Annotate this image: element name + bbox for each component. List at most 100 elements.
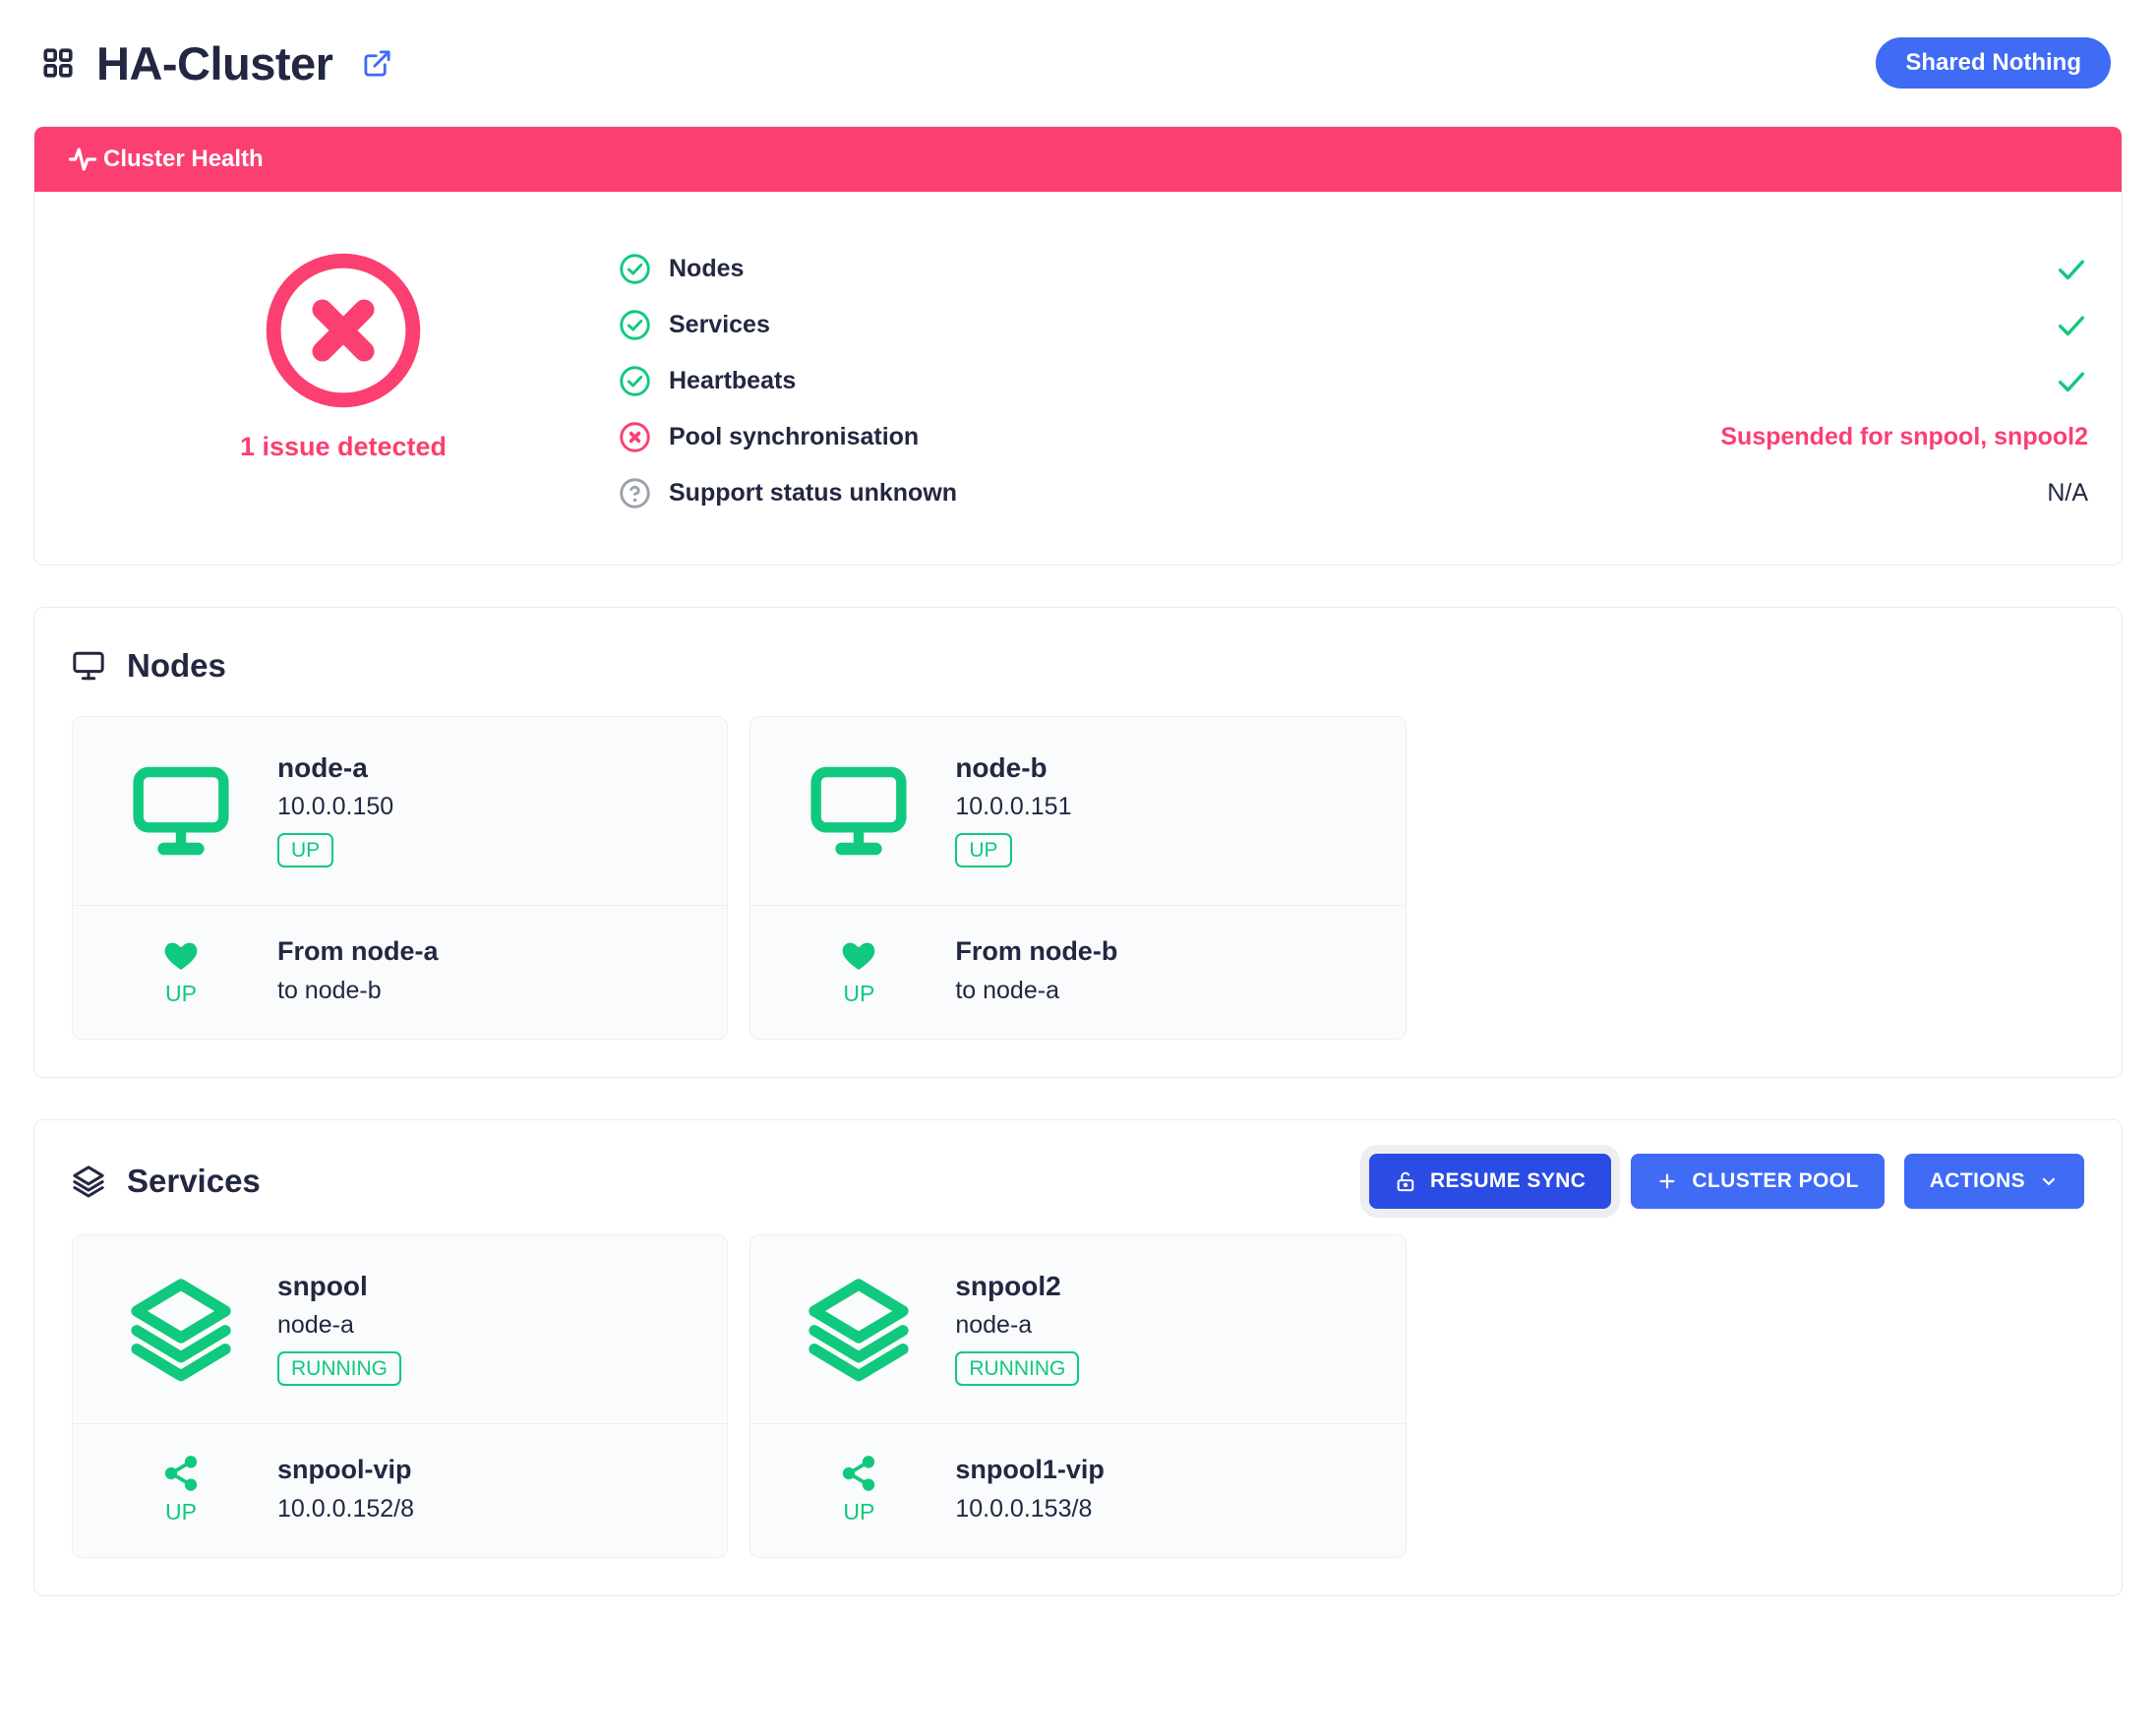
service-card[interactable]: snpool2 node-a RUNNING UP snpool1-vip 10… [749,1234,1407,1558]
check-circle-icon [619,309,651,341]
services-action-buttons: RESUME SYNC CLUSTER POOL ACTIONS [1368,1154,2084,1209]
node-heartbeat-row: UP From node-a to node-b [73,905,728,1039]
title-group: HA-Cluster [41,40,392,87]
heartbeat-to: to node-b [277,976,382,1004]
heartbeat-glyph: UP [790,935,928,1005]
service-card-info: snpool2 node-a RUNNING [955,1271,1080,1386]
nodes-grid-empty-slot [1428,716,2084,1040]
layers-icon [112,1276,250,1382]
vip-state: UP [165,1499,197,1524]
service-name: snpool2 [955,1271,1061,1301]
health-check-label: Support status unknown [669,479,958,507]
cluster-health-body: 1 issue detected Nodes Services Heartbea… [34,192,2122,565]
service-card[interactable]: snpool node-a RUNNING UP snpool-vip 10.0… [72,1234,729,1558]
service-vip-row: UP snpool-vip 10.0.0.152/8 [73,1423,728,1557]
health-check-row: Heartbeats [619,353,2088,409]
service-card-main: snpool2 node-a RUNNING [750,1235,1405,1423]
service-state-badge: RUNNING [277,1351,401,1386]
heartbeat-glyph: UP [112,935,250,1005]
node-card-info: node-b 10.0.0.151 UP [955,752,1072,867]
health-check-list: Nodes Services Heartbeats Pool synchroni… [619,231,2088,521]
vip-name: snpool1-vip [955,1454,1105,1484]
heartbeat-to: to node-a [955,976,1059,1004]
activity-pulse-icon [68,145,97,174]
heartbeat-state: UP [843,981,875,1006]
x-circle-icon [619,421,651,453]
monitor-icon [112,759,250,862]
health-check-label: Services [669,311,770,338]
health-check-row: Support status unknown N/A [619,465,2088,521]
cluster-pool-button[interactable]: CLUSTER POOL [1631,1154,1885,1209]
health-check-status [2055,253,2088,286]
health-check-status [2055,365,2088,398]
layers-icon [790,1276,928,1382]
services-card-grid: snpool node-a RUNNING UP snpool-vip 10.0… [72,1234,2084,1558]
cluster-mode-badge: Shared Nothing [1876,37,2111,89]
node-address: 10.0.0.150 [277,793,394,820]
heart-icon [164,942,198,970]
vip-info: snpool1-vip 10.0.0.153/8 [955,1455,1105,1524]
grid-icon [41,46,75,80]
health-summary: 1 issue detected [68,231,619,462]
service-node: node-a [277,1311,354,1339]
node-card-main: node-a 10.0.0.150 UP [73,717,727,905]
health-check-status: Suspended for snpool, snpool2 [1720,423,2088,450]
health-check-row: Services [619,297,2088,353]
heartbeat-from: From node-b [955,935,1118,966]
vip-address: 10.0.0.152/8 [277,1494,415,1523]
node-name: node-a [277,752,368,783]
health-check-label: Heartbeats [669,367,797,394]
health-check-status [2055,309,2088,342]
heartbeat-from: From node-a [277,935,439,966]
top-bar: HA-Cluster Shared Nothing [33,0,2123,126]
ha-cluster-page: HA-Cluster Shared Nothing Cluster Health [0,0,2156,1733]
vip-glyph: UP [790,1454,928,1524]
check-mark-icon [2058,372,2085,391]
monitor-icon [72,649,105,683]
resume-sync-label: RESUME SYNC [1429,1169,1587,1192]
question-circle-icon [619,477,651,509]
service-card-main: snpool node-a RUNNING [73,1235,727,1423]
chevron-down-icon [2039,1171,2059,1191]
service-state-badge: RUNNING [955,1351,1080,1386]
cluster-health-header: Cluster Health [34,127,2122,192]
vip-name: snpool-vip [277,1454,412,1484]
health-check-row: Nodes [619,241,2088,297]
layers-icon [72,1165,105,1198]
node-state-badge: UP [277,833,334,867]
nodes-card-grid: node-a 10.0.0.150 UP UP From node-a to n… [72,716,2084,1040]
share-icon [164,1456,198,1491]
node-name: node-b [955,752,1048,783]
health-check-status: N/A [2047,479,2088,507]
service-node: node-a [955,1311,1033,1339]
node-card[interactable]: node-a 10.0.0.150 UP UP From node-a to n… [72,716,729,1040]
service-card-info: snpool node-a RUNNING [277,1271,401,1386]
external-link-icon[interactable] [354,48,392,79]
check-circle-icon [619,253,651,285]
heartbeat-info: From node-a to node-b [277,936,439,1005]
services-section-title: Services [127,1163,261,1199]
health-check-row: Pool synchronisation Suspended for snpoo… [619,409,2088,465]
actions-button[interactable]: ACTIONS [1903,1154,2084,1209]
node-state-badge: UP [955,833,1012,867]
vip-state: UP [843,1499,875,1524]
node-card[interactable]: node-b 10.0.0.151 UP UP From node-b to n… [749,716,1407,1040]
node-address: 10.0.0.151 [955,793,1072,820]
issue-count-text: 1 issue detected [239,432,448,461]
heart-icon [842,942,875,970]
cluster-pool-label: CLUSTER POOL [1692,1169,1859,1192]
monitor-icon [790,759,928,862]
check-circle-icon [619,365,651,397]
vip-address: 10.0.0.153/8 [955,1494,1093,1523]
check-mark-icon [2058,316,2085,335]
heartbeat-state: UP [165,981,197,1006]
resume-sync-button[interactable]: RESUME SYNC [1368,1154,1612,1209]
heartbeat-info: From node-b to node-a [955,936,1117,1005]
services-panel: Services RESUME SYNC CLUSTER POOL ACTION… [33,1119,2123,1596]
nodes-panel: Nodes node-a 10.0.0.150 UP UP From node-… [33,607,2123,1078]
service-vip-row: UP snpool1-vip 10.0.0.153/8 [750,1423,1406,1557]
actions-label: ACTIONS [1929,1169,2025,1192]
services-grid-empty-slot [1428,1234,2084,1558]
health-check-label: Nodes [669,255,745,282]
check-mark-icon [2058,260,2085,279]
